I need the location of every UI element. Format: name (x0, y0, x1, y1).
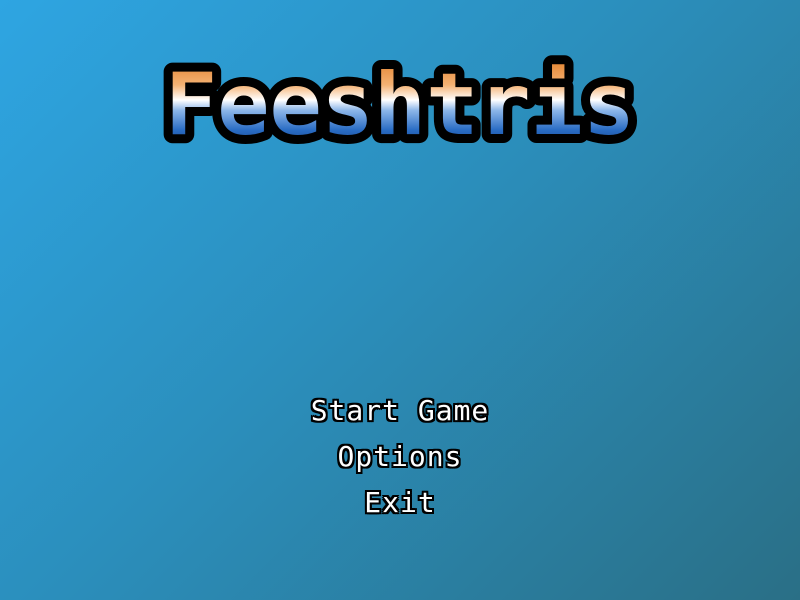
title-screen: { "game": { "title": "Feeshtris" }, "men… (0, 0, 800, 600)
main-menu: Start Game Options Exit (0, 388, 800, 526)
game-logo-graphic: Feeshtris Feeshtris (156, 50, 644, 150)
start-game-button[interactable]: Start Game (311, 388, 490, 434)
exit-button[interactable]: Exit (364, 480, 435, 526)
game-title: Feeshtris (165, 55, 635, 150)
game-logo: Feeshtris Feeshtris (0, 50, 800, 150)
options-button[interactable]: Options (337, 434, 462, 480)
